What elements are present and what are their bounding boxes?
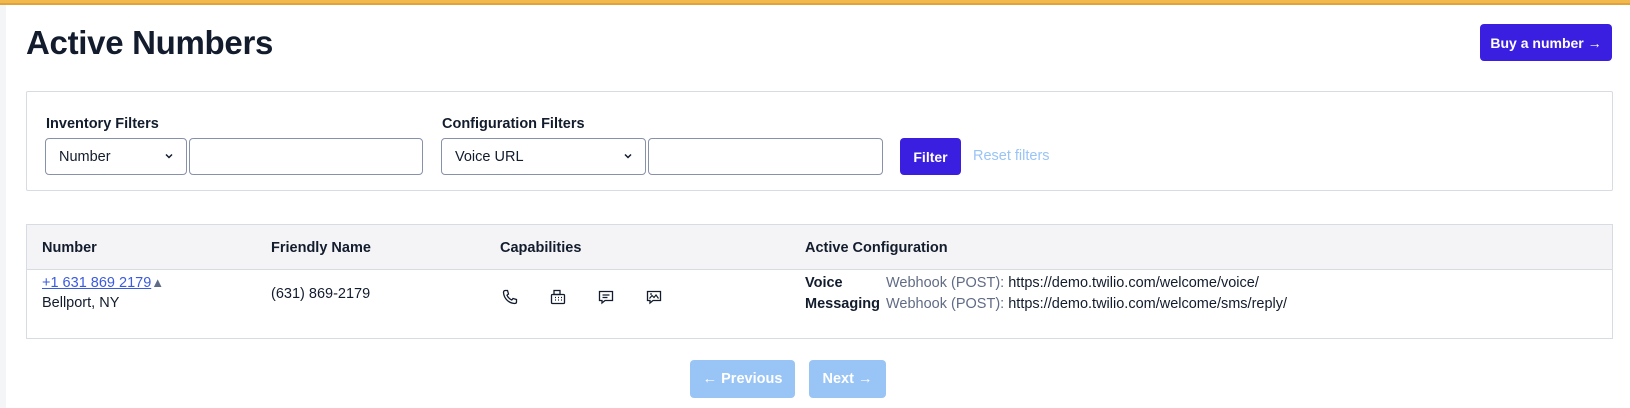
reset-filters-link[interactable]: Reset filters bbox=[973, 148, 1050, 164]
config-value-messaging: Webhook (POST): https://demo.twilio.com/… bbox=[886, 296, 1287, 312]
configuration-filter-select[interactable]: Voice URL bbox=[441, 138, 646, 175]
configuration-filters-label: Configuration Filters bbox=[442, 116, 585, 132]
inventory-filter-select[interactable]: Number bbox=[45, 138, 187, 175]
config-key-voice: Voice bbox=[805, 275, 843, 291]
next-page-button[interactable]: Next → bbox=[809, 360, 886, 398]
chevron-down-icon bbox=[624, 153, 632, 159]
config-key-messaging: Messaging bbox=[805, 296, 880, 312]
number-location: Bellport, NY bbox=[42, 295, 120, 311]
column-header-friendly-name: Friendly Name bbox=[271, 240, 371, 256]
inventory-filters-label: Inventory Filters bbox=[46, 116, 159, 132]
sort-ascending-icon: ▲ bbox=[151, 275, 165, 290]
phone-icon bbox=[502, 289, 518, 305]
previous-page-button[interactable]: ← Previous bbox=[690, 360, 795, 398]
config-method-voice: Webhook (POST): bbox=[886, 275, 1005, 291]
number-cell: +1 631 869 2179▲ bbox=[42, 275, 164, 291]
numbers-table: Number Friendly Name Capabilities Active… bbox=[26, 224, 1613, 339]
left-edge bbox=[0, 5, 6, 408]
filters-panel: Inventory Filters Number Configuration F… bbox=[26, 91, 1613, 191]
config-value-voice: Webhook (POST): https://demo.twilio.com/… bbox=[886, 275, 1259, 291]
configuration-filter-select-value: Voice URL bbox=[455, 148, 524, 165]
column-header-active-configuration: Active Configuration bbox=[805, 240, 948, 256]
column-header-number[interactable]: Number bbox=[42, 240, 97, 256]
column-header-capabilities: Capabilities bbox=[500, 240, 582, 256]
configuration-filter-input[interactable] bbox=[648, 138, 883, 175]
phone-number-link[interactable]: +1 631 869 2179 bbox=[42, 275, 151, 291]
page-title: Active Numbers bbox=[26, 24, 274, 61]
inventory-filter-input[interactable] bbox=[189, 138, 423, 175]
friendly-name-cell: (631) 869-2179 bbox=[271, 286, 371, 302]
chevron-down-icon bbox=[165, 153, 173, 159]
sms-icon bbox=[598, 290, 614, 305]
config-method-messaging: Webhook (POST): bbox=[886, 296, 1005, 312]
inventory-filter-select-value: Number bbox=[59, 148, 111, 165]
buy-number-button[interactable]: Buy a number → bbox=[1480, 24, 1612, 61]
mms-icon bbox=[646, 290, 662, 305]
fax-icon bbox=[550, 289, 566, 305]
top-accent-bar bbox=[0, 0, 1630, 5]
filter-button[interactable]: Filter bbox=[900, 138, 961, 175]
config-url-voice: https://demo.twilio.com/welcome/voice/ bbox=[1008, 275, 1259, 291]
config-url-messaging: https://demo.twilio.com/welcome/sms/repl… bbox=[1008, 296, 1288, 312]
table-header: Number Friendly Name Capabilities Active… bbox=[27, 225, 1612, 270]
